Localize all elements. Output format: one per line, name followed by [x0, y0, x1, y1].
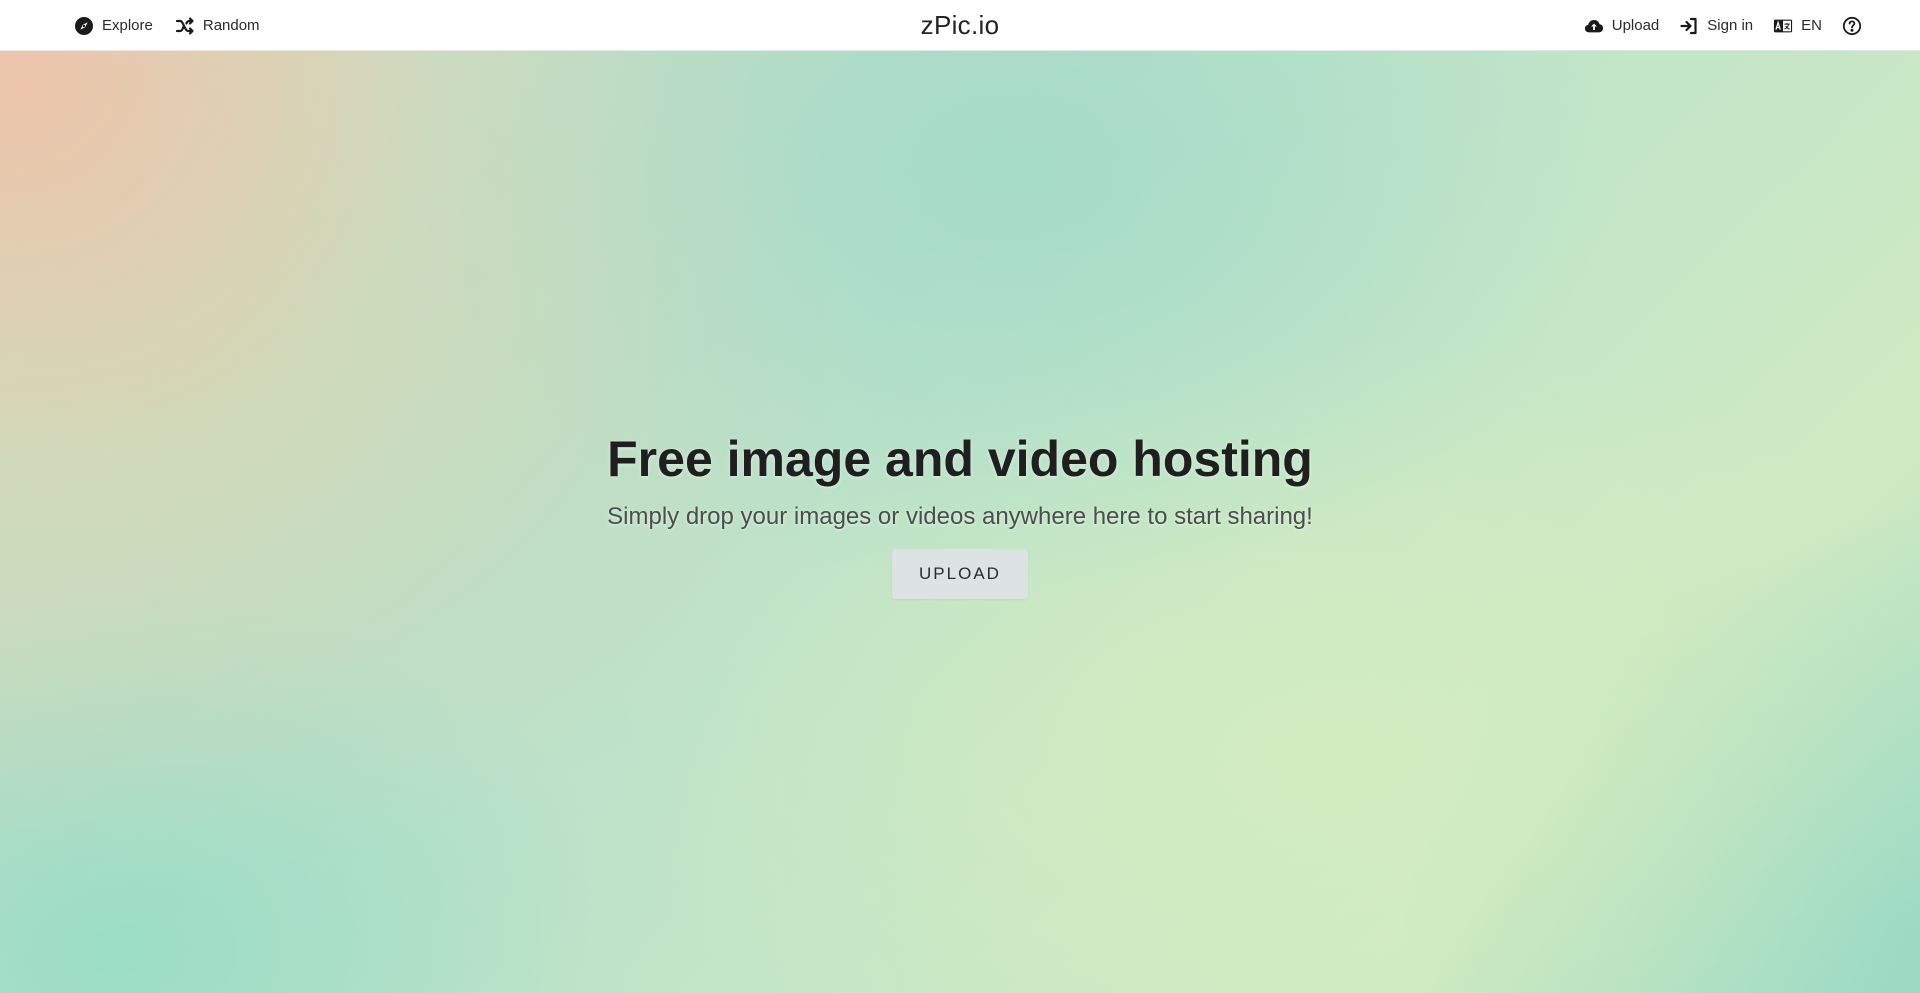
hero-dropzone[interactable]: Free image and video hosting Simply drop…	[0, 51, 1920, 993]
hero-content: Free image and video hosting Simply drop…	[0, 431, 1920, 599]
nav-upload[interactable]: Upload	[1584, 16, 1660, 36]
nav-language-label: EN	[1801, 17, 1822, 34]
compass-icon	[74, 16, 94, 36]
hero-title: Free image and video hosting	[607, 431, 1313, 487]
shuffle-icon	[175, 16, 195, 36]
nav-explore-label: Explore	[102, 17, 153, 34]
upload-button[interactable]: UPLOAD	[892, 548, 1028, 599]
brand-logo[interactable]: zPic.io	[921, 10, 1000, 41]
nav-random-label: Random	[202, 17, 260, 34]
nav-sign-in-label: Sign in	[1707, 17, 1754, 34]
nav-language[interactable]: EN	[1773, 16, 1822, 36]
nav-help[interactable]	[1842, 16, 1862, 36]
nav-left: Explore Random	[74, 0, 260, 51]
hero-subtitle: Simply drop your images or videos anywhe…	[607, 502, 1313, 530]
help-icon	[1842, 16, 1862, 36]
nav-random[interactable]: Random	[175, 16, 260, 36]
cloud-upload-icon	[1584, 16, 1604, 36]
nav-upload-label: Upload	[1611, 17, 1660, 34]
sign-in-icon	[1679, 16, 1699, 36]
nav-right: Upload Sign in EN	[1584, 0, 1862, 51]
top-navbar: Explore Random zPic.io Upload Sign in EN	[0, 0, 1920, 51]
nav-sign-in[interactable]: Sign in	[1679, 16, 1753, 36]
language-icon	[1773, 16, 1793, 36]
nav-explore[interactable]: Explore	[74, 16, 153, 36]
